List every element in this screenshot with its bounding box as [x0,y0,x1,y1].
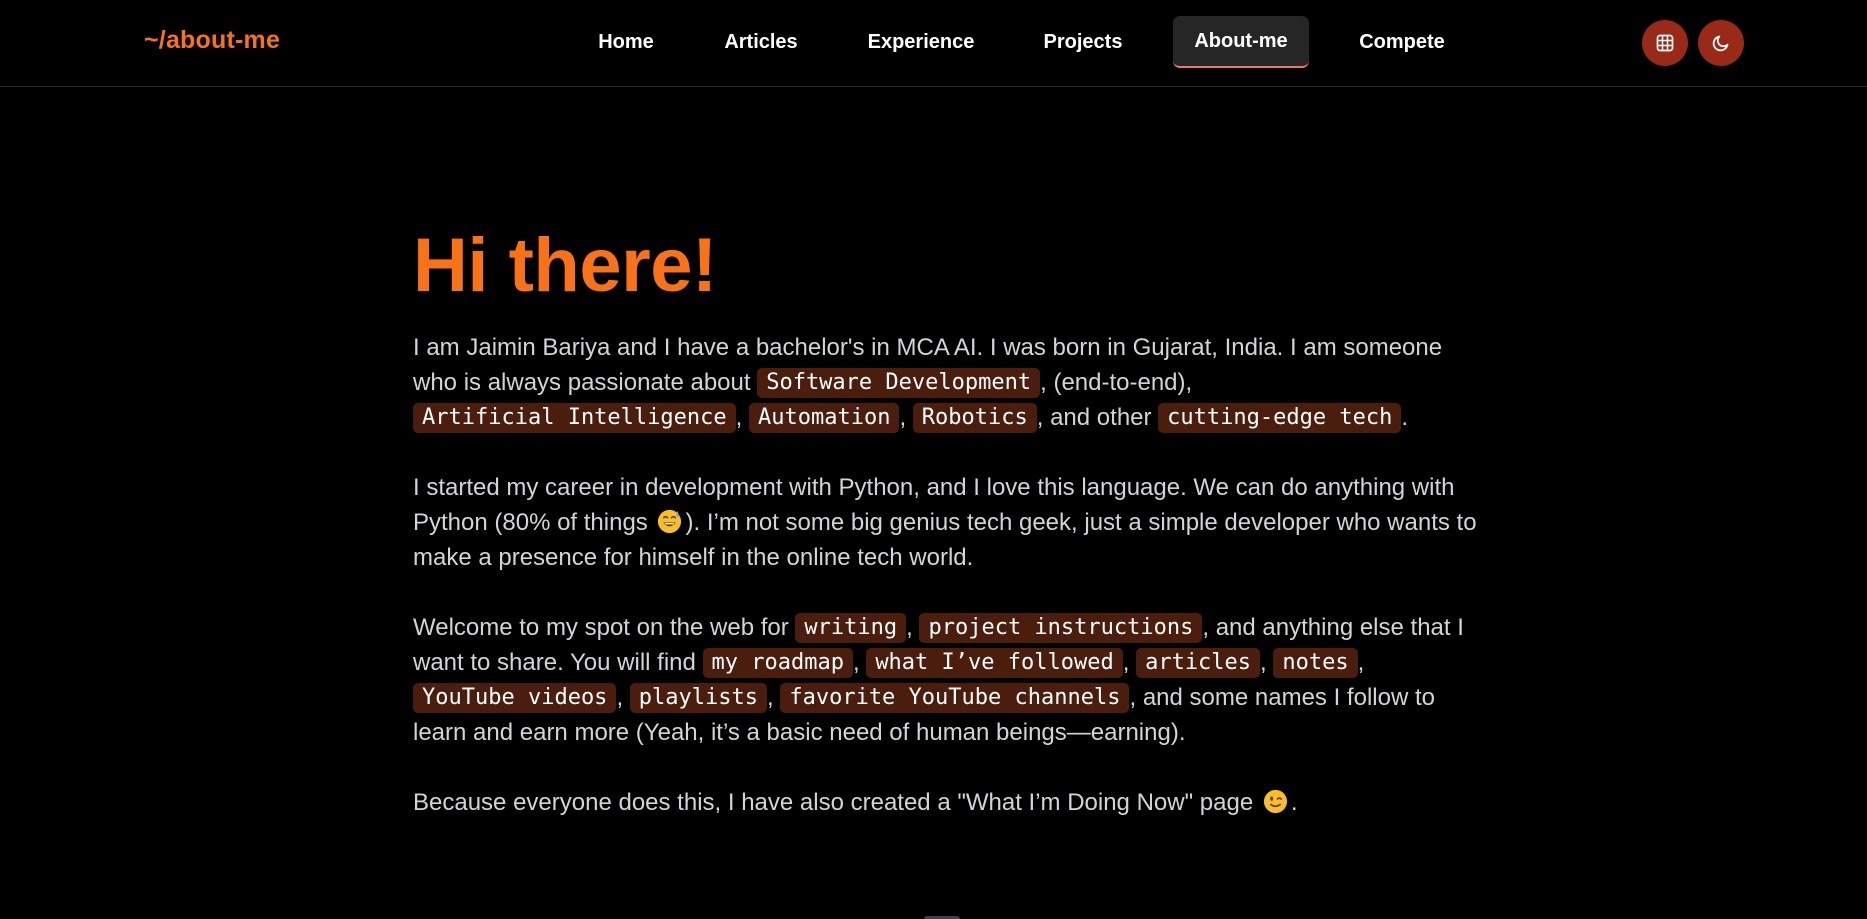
tag-writing: writing [795,613,907,643]
about-content: Hi there! I am Jaimin Bariya and I have … [413,222,1483,820]
tag-notes: notes [1273,648,1358,678]
text: , [899,404,913,431]
theme-toggle-button[interactable] [1698,20,1744,66]
tag-software-development: Software Development [757,368,1041,398]
tag-playlists: playlists [629,683,767,713]
text: , [852,649,867,676]
tag-youtube-videos: YouTube videos [413,683,617,713]
text: , [1357,649,1365,676]
text: . [1290,789,1298,816]
tag-what-ive-followed: what I’ve followed [866,648,1123,678]
python-paragraph: I started my career in development with … [413,470,1483,575]
sweat-smile-emoji-icon [658,509,682,534]
nav-compete[interactable]: Compete [1350,16,1454,68]
nav-articles[interactable]: Articles [708,16,814,68]
tag-artificial-intelligence: Artificial Intelligence [413,403,736,433]
text: , and other [1036,404,1159,431]
welcome-paragraph: Welcome to my spot on the web for writin… [413,610,1483,750]
tag-articles: articles [1136,648,1261,678]
wink-emoji-icon [1263,789,1287,814]
now-page-paragraph: Because everyone does this, I have also … [413,785,1483,820]
tag-automation: Automation [748,403,900,433]
nav-home[interactable]: Home [584,16,668,68]
grid-toggle-button[interactable] [1642,20,1688,66]
tag-favorite-youtube-channels: favorite YouTube channels [780,683,1130,713]
grid-icon [1656,34,1674,52]
text: , [735,404,749,431]
tag-project-instructions: project instructions [919,613,1203,643]
text: , [1122,649,1137,676]
tag-robotics: Robotics [912,403,1037,433]
text: , [767,684,781,711]
site-logo[interactable]: ~/about-me [144,26,280,55]
intro-paragraph: I am Jaimin Bariya and I have a bachelor… [413,330,1483,435]
tag-my-roadmap: my roadmap [702,648,853,678]
text: . [1401,404,1409,431]
nav-projects[interactable]: Projects [1030,16,1136,68]
nav-about-me[interactable]: About-me [1173,16,1309,68]
tag-cutting-edge-tech: cutting-edge tech [1158,403,1402,433]
text: , (end-to-end), [1040,369,1193,396]
text: , [1260,649,1274,676]
text: , [906,614,920,641]
site-header: ~/about-me Home Articles Experience Proj… [0,0,1867,87]
moon-icon [1712,35,1729,52]
nav-experience[interactable]: Experience [854,16,988,68]
page-title: Hi there! [413,223,717,308]
text: , [616,684,630,711]
text: Because everyone does this, I have also … [413,789,1260,816]
text: Welcome to my spot on the web for [413,614,796,641]
